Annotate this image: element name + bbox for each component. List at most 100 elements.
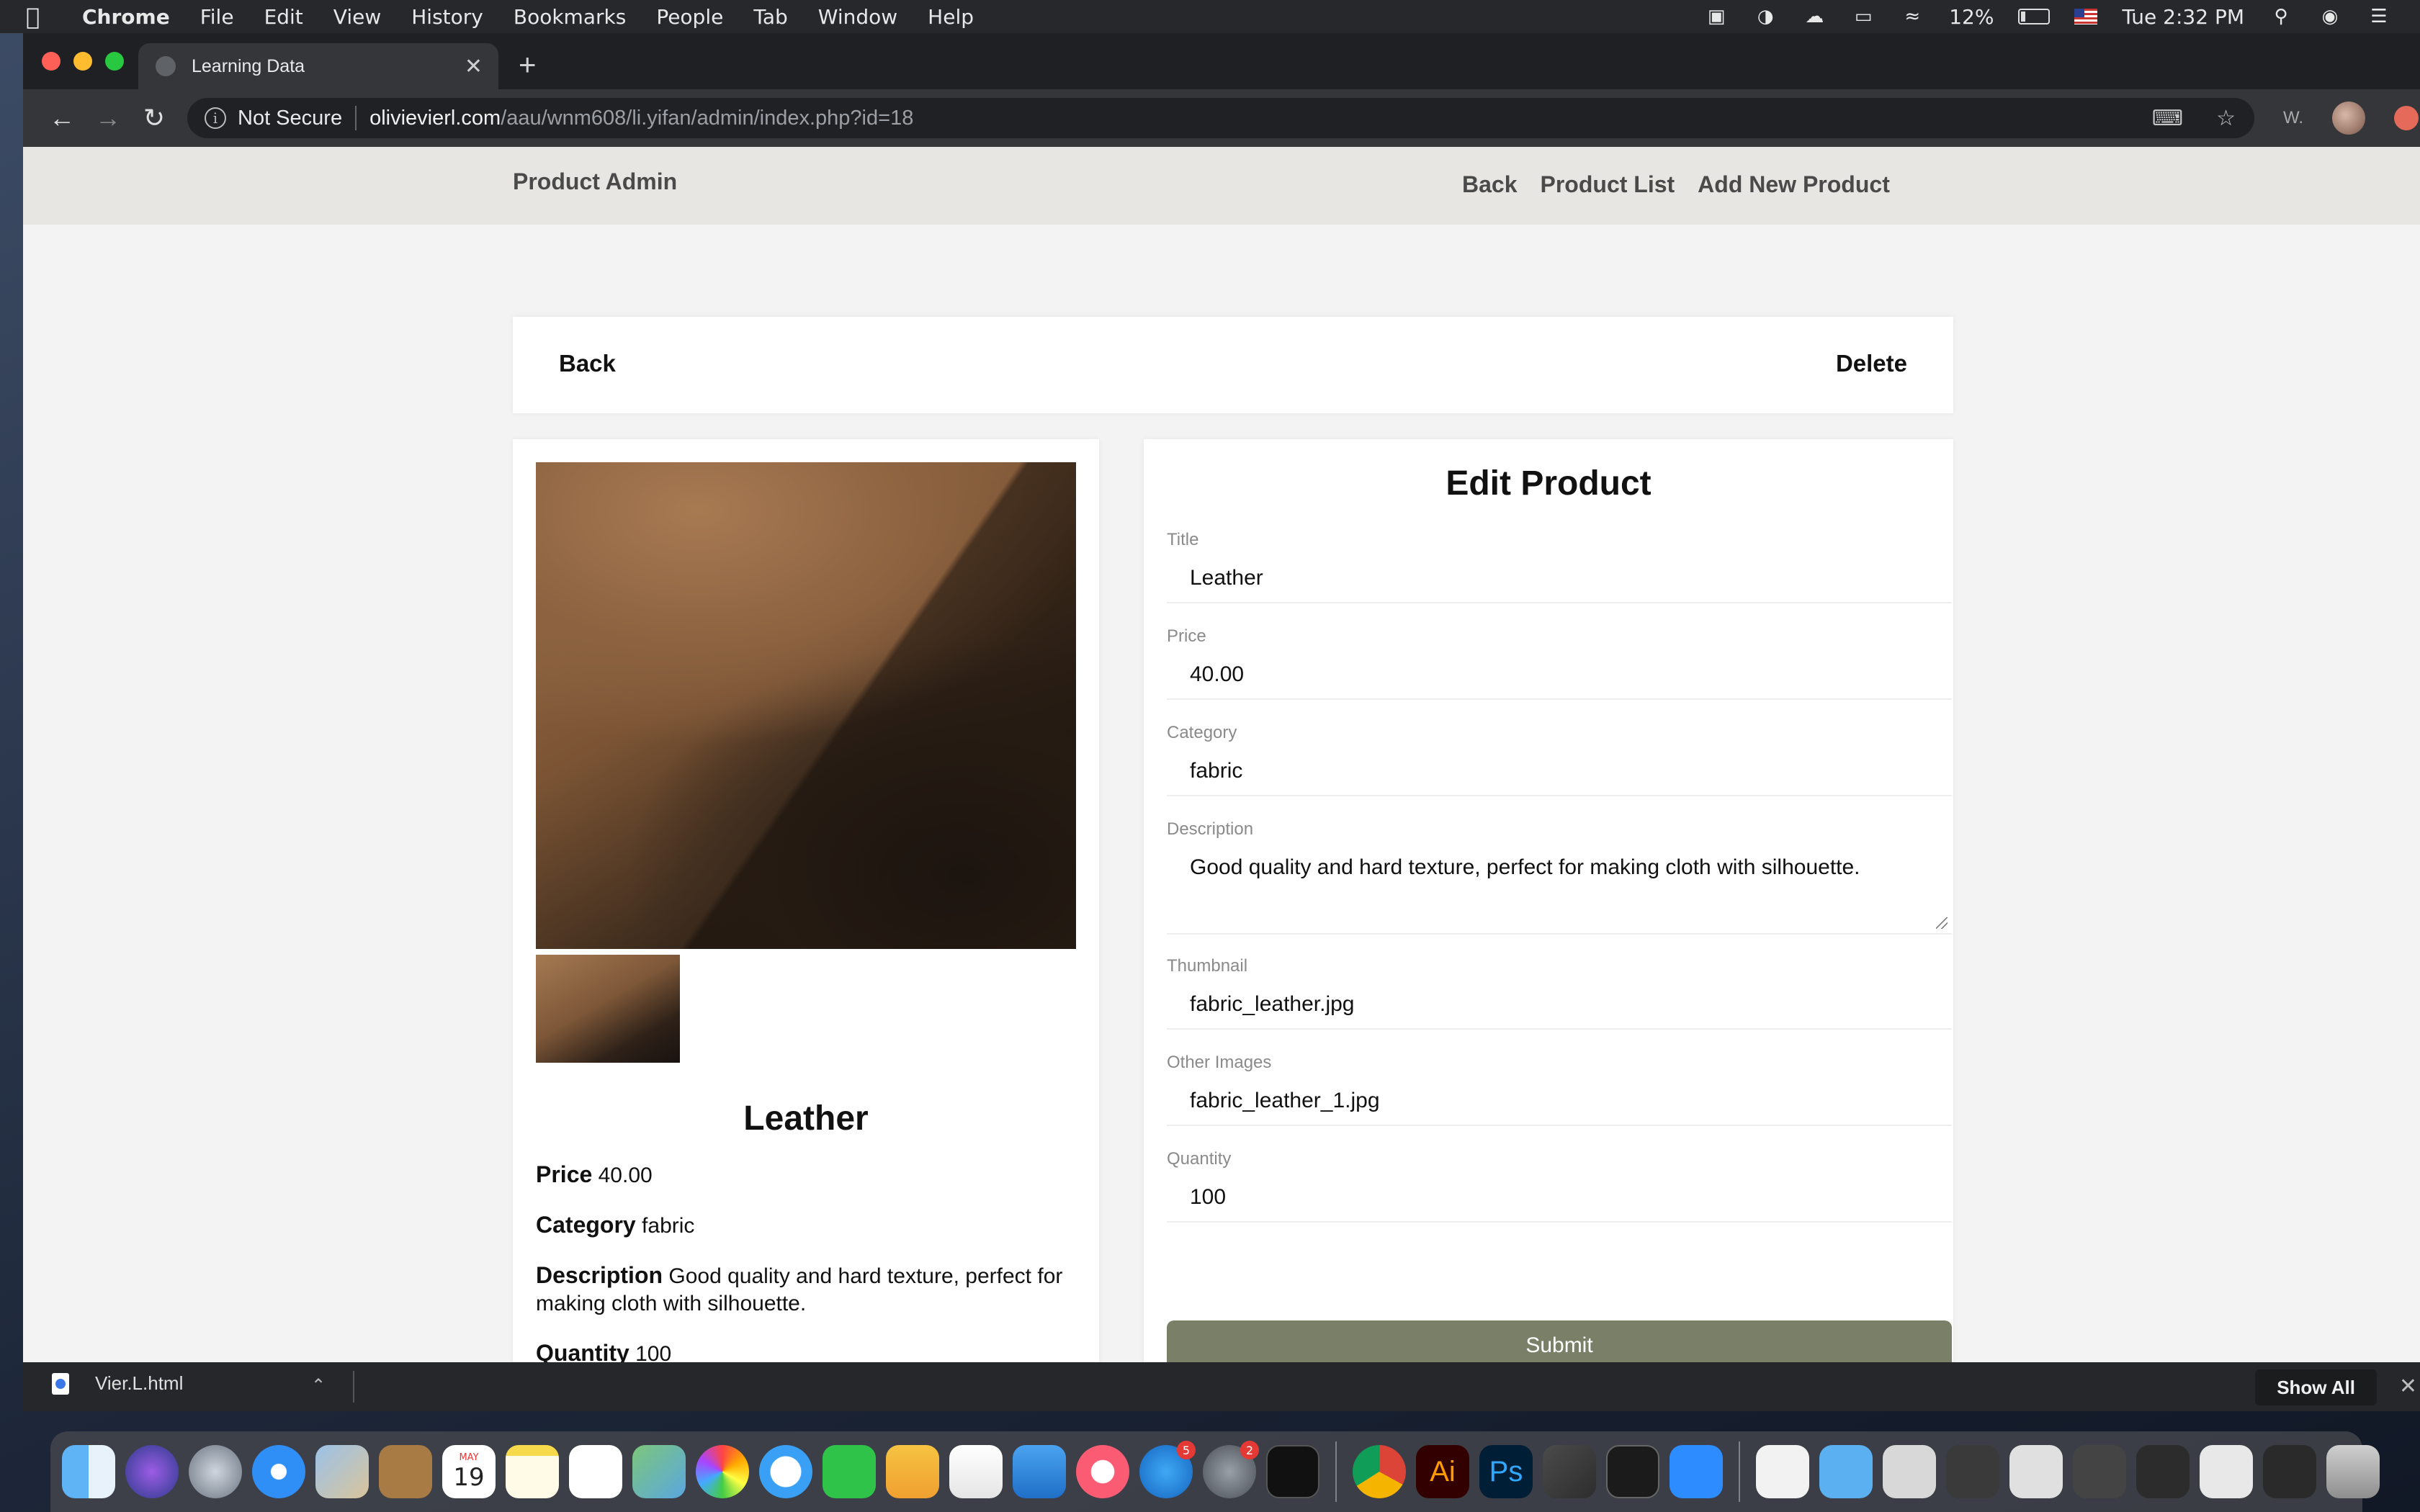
wifi-icon[interactable]: ≈ (1900, 6, 1924, 27)
app-store-icon[interactable]: 5 (1139, 1441, 1196, 1498)
tab-learning-data[interactable]: Learning Data ✕ (138, 43, 498, 89)
url-host[interactable]: olivievierl.com (369, 107, 501, 130)
activity-monitor-icon[interactable] (1266, 1445, 1319, 1498)
messages-icon[interactable] (759, 1445, 812, 1498)
site-brand[interactable]: Product Admin (513, 168, 677, 195)
close-shelf-icon[interactable]: ✕ (2399, 1374, 2417, 1399)
close-window-button[interactable] (42, 52, 60, 71)
calendar-icon[interactable]: MAY 19 (442, 1445, 496, 1498)
address-bar[interactable]: i Not Secure olivievierl.com /aau/wnm608… (187, 98, 2254, 138)
photoshop-icon[interactable]: Ps (1479, 1445, 1533, 1498)
spotlight-search-icon[interactable]: ⚲ (2269, 6, 2293, 27)
safari-icon[interactable] (252, 1445, 305, 1498)
itunes-icon[interactable] (1076, 1445, 1129, 1498)
chevron-up-icon[interactable]: ⌃ (311, 1375, 326, 1396)
folder-icon[interactable] (1819, 1445, 1873, 1498)
thumbnail-input[interactable]: fabric_leather.jpg (1167, 985, 1952, 1030)
category-input[interactable]: fabric (1167, 752, 1952, 796)
back-arrow-icon[interactable]: ← (39, 103, 85, 133)
profile-avatar[interactable] (2332, 102, 2365, 135)
finder-icon[interactable] (62, 1445, 115, 1498)
photos-icon[interactable] (696, 1445, 749, 1498)
menu-bookmarks[interactable]: Bookmarks (514, 5, 626, 29)
creative-cloud-icon[interactable]: ☁ (1802, 6, 1827, 27)
input-source-flag-icon[interactable] (2074, 9, 2098, 24)
menu-app-name[interactable]: Chrome (82, 5, 170, 29)
contacts-icon[interactable] (379, 1445, 432, 1498)
show-all-button[interactable]: Show All (2255, 1369, 2377, 1405)
stack-thumbnail-3[interactable] (2009, 1445, 2063, 1498)
keynote-icon[interactable] (1013, 1445, 1066, 1498)
pages-icon[interactable] (886, 1445, 939, 1498)
facetime-icon[interactable] (823, 1445, 876, 1498)
zoom-icon[interactable] (1670, 1445, 1723, 1498)
description-textarea[interactable]: Good quality and hard texture, perfect f… (1167, 848, 1952, 935)
stack-thumbnail-1[interactable] (1883, 1445, 1936, 1498)
terminal-icon[interactable] (1606, 1445, 1659, 1498)
download-file-name[interactable]: Vier.L.html (95, 1372, 183, 1395)
launchpad-icon[interactable] (189, 1445, 242, 1498)
trash-icon[interactable] (2326, 1445, 2380, 1498)
chrome-icon[interactable] (1353, 1445, 1406, 1498)
bookmark-star-icon[interactable]: ☆ (2216, 106, 2236, 131)
reload-icon[interactable]: ↻ (131, 103, 177, 133)
nav-link-back[interactable]: Back (1462, 171, 1518, 198)
menu-edit[interactable]: Edit (264, 5, 303, 29)
menu-help[interactable]: Help (928, 5, 974, 29)
notes-icon[interactable] (506, 1445, 559, 1498)
nav-link-add-new-product[interactable]: Add New Product (1698, 171, 1890, 198)
quantity-input[interactable]: 100 (1167, 1178, 1952, 1223)
notification-center-icon[interactable]: ☰ (2367, 6, 2391, 27)
tab-close-icon[interactable]: ✕ (465, 54, 483, 79)
stack-thumbnail-7[interactable] (2263, 1445, 2316, 1498)
maps-icon[interactable] (632, 1445, 686, 1498)
apple-menu-icon[interactable]:  (26, 3, 66, 30)
extension-w-icon[interactable]: W. (2283, 108, 2303, 128)
siri-icon[interactable]: ◉ (2318, 6, 2342, 27)
battery-percent: 12% (1949, 4, 1994, 29)
title-input[interactable]: Leather (1167, 559, 1952, 603)
info-icon[interactable]: i (205, 107, 226, 129)
back-link[interactable]: Back (559, 350, 616, 377)
nav-link-product-list[interactable]: Product List (1541, 171, 1675, 198)
menu-window[interactable]: Window (818, 5, 897, 29)
other-images-input[interactable]: fabric_leather_1.jpg (1167, 1081, 1952, 1126)
submit-button[interactable]: Submit (1167, 1320, 1952, 1362)
siri-dock-icon[interactable] (125, 1445, 179, 1498)
webloc-file-icon[interactable] (1756, 1445, 1809, 1498)
menu-bar:  Chrome File Edit View History Bookmark… (0, 0, 2420, 33)
security-label[interactable]: Not Secure (238, 107, 342, 130)
airplay-icon[interactable]: ▭ (1851, 6, 1876, 27)
numbers-icon[interactable] (949, 1445, 1003, 1498)
stack-thumbnail-5[interactable] (2136, 1445, 2190, 1498)
menu-file[interactable]: File (200, 5, 234, 29)
url-path[interactable]: /aau/wnm608/li.yifan/admin/index.php?id=… (501, 107, 913, 130)
sync-status-icon[interactable]: ◑ (1753, 6, 1778, 27)
textarea-resize-handle[interactable] (1936, 917, 1948, 929)
sublime-text-icon[interactable] (1543, 1445, 1596, 1498)
delete-link[interactable]: Delete (1836, 350, 1907, 377)
menu-tab[interactable]: Tab (753, 5, 787, 29)
battery-icon[interactable] (2018, 9, 2051, 24)
extension-red-icon[interactable] (2394, 106, 2419, 130)
price-input[interactable]: 40.00 (1167, 655, 1952, 700)
menu-history[interactable]: History (411, 5, 483, 29)
reminders-icon[interactable] (569, 1445, 622, 1498)
new-tab-plus-icon[interactable]: + (519, 48, 537, 82)
stack-thumbnail-6[interactable] (2200, 1445, 2253, 1498)
system-preferences-icon[interactable]: 2 (1203, 1441, 1259, 1498)
menu-view[interactable]: View (333, 5, 381, 29)
menu-people[interactable]: People (656, 5, 723, 29)
fullscreen-window-button[interactable] (105, 52, 124, 71)
minimize-window-button[interactable] (73, 52, 92, 71)
forward-arrow-icon[interactable]: → (85, 103, 131, 133)
mail-icon[interactable] (315, 1445, 369, 1498)
download-item[interactable]: Vier.L.html (52, 1372, 183, 1395)
zoom-status-icon[interactable]: ▣ (1704, 6, 1729, 27)
stack-thumbnail-2[interactable] (1946, 1445, 1999, 1498)
product-thumbnail-image[interactable] (536, 955, 680, 1063)
illustrator-icon[interactable]: Ai (1416, 1445, 1469, 1498)
translate-icon[interactable]: ⌨ (2152, 106, 2183, 131)
stack-thumbnail-4[interactable] (2073, 1445, 2126, 1498)
menu-clock[interactable]: Tue 2:32 PM (2122, 5, 2244, 29)
